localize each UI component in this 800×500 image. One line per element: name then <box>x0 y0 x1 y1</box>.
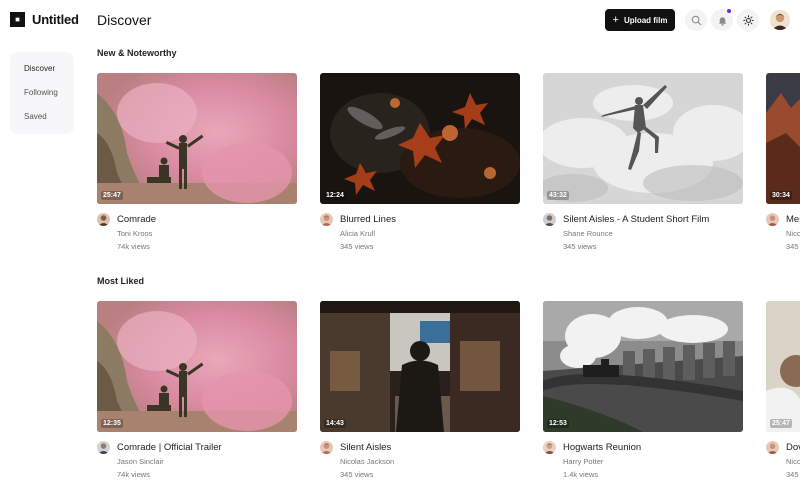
thumb-smoke-soldiers <box>97 73 297 204</box>
page-title: Discover <box>97 12 152 28</box>
film-thumbnail[interactable]: 25:47 <box>766 301 800 432</box>
thumb-cloud-jumper <box>543 73 743 204</box>
film-author[interactable]: Harry Potter <box>563 456 743 467</box>
film-card[interactable]: 12:35 Comrade | Official Trailer Jason S… <box>97 301 297 480</box>
film-duration: 30:34 <box>770 191 792 200</box>
film-views: 1.4k views <box>563 470 599 479</box>
film-meta: Silent Aisles Nicolas Jackson 345 views <box>320 441 520 480</box>
film-thumbnail[interactable]: 43:32 <box>543 73 743 204</box>
sidebar-item-following[interactable]: Following <box>10 86 74 110</box>
film-meta: Comrade | Official Trailer Jason Sinclai… <box>97 441 297 480</box>
film-duration: 43:32 <box>547 191 569 200</box>
sidebar-nav: Discover Following Saved <box>10 52 74 134</box>
film-meta: Hogwarts Reunion Harry Potter 1.4k views <box>543 441 743 480</box>
sidebar-item-discover[interactable]: Discover <box>10 62 74 86</box>
film-views: 74k views <box>117 242 150 251</box>
film-title[interactable]: Silent Aisles - A Student Short Film <box>563 213 743 226</box>
plus-icon: + <box>612 13 619 26</box>
film-author[interactable]: Jason Sinclair <box>117 456 297 467</box>
author-avatar[interactable] <box>766 441 779 454</box>
film-thumbnail[interactable]: 25:47 <box>97 73 297 204</box>
author-avatar[interactable] <box>320 213 333 226</box>
film-meta: Silent Aisles - A Student Short Film Sha… <box>543 213 743 252</box>
notifications-button[interactable] <box>711 9 733 31</box>
film-title[interactable]: Mem <box>786 213 800 226</box>
theme-toggle-button[interactable] <box>737 9 759 31</box>
app-logo[interactable]: Untitled <box>10 12 79 27</box>
film-title[interactable]: Blurred Lines <box>340 213 520 226</box>
film-author[interactable]: Nicolas Jackson <box>340 456 520 467</box>
upload-film-label: Upload film <box>623 15 668 25</box>
film-card[interactable]: 25:47 Dov Nico 345 <box>766 301 800 480</box>
film-title[interactable]: Hogwarts Reunion <box>563 441 743 454</box>
film-duration: 12:24 <box>324 191 346 200</box>
film-duration: 25:47 <box>770 419 792 428</box>
thumb-red-rocks <box>766 73 800 204</box>
film-author[interactable]: Nico <box>786 228 800 239</box>
film-duration: 12:53 <box>547 419 569 428</box>
film-views: 345 views <box>340 242 374 251</box>
film-card[interactable]: 25:47 Comrade Toni Kroos 74k views <box>97 73 297 252</box>
film-views: 345 views <box>340 470 374 479</box>
film-card[interactable]: 30:34 Mem Nico 345 <box>766 73 800 252</box>
film-duration: 25:47 <box>101 191 123 200</box>
film-card[interactable]: 14:43 Silent Aisles Nicolas Jackson 345 … <box>320 301 520 480</box>
film-title[interactable]: Comrade <box>117 213 297 226</box>
author-avatar[interactable] <box>543 441 556 454</box>
film-card[interactable]: 43:32 Silent Aisles - A Student Short Fi… <box>543 73 743 252</box>
film-duration: 12:35 <box>101 419 123 428</box>
film-title[interactable]: Silent Aisles <box>340 441 520 454</box>
film-card[interactable]: 12:53 Hogwarts Reunion Harry Potter 1.4k… <box>543 301 743 480</box>
thumb-smoke-soldiers <box>97 301 297 432</box>
film-views: 345 views <box>563 242 597 251</box>
author-avatar[interactable] <box>97 441 110 454</box>
film-thumbnail[interactable]: 12:24 <box>320 73 520 204</box>
film-author[interactable]: Alicia Krull <box>340 228 520 239</box>
film-meta: Comrade Toni Kroos 74k views <box>97 213 297 252</box>
author-avatar[interactable] <box>543 213 556 226</box>
bell-icon <box>718 16 726 26</box>
user-avatar-image <box>770 10 790 30</box>
film-thumbnail[interactable]: 12:35 <box>97 301 297 432</box>
thumb-steam-train <box>543 301 743 432</box>
film-author[interactable]: Shane Rounce <box>563 228 743 239</box>
film-views: 345 <box>786 470 799 479</box>
section-title-most-liked: Most Liked <box>97 276 145 286</box>
film-card[interactable]: 12:24 Blurred Lines Alicia Krull 345 vie… <box>320 73 520 252</box>
film-views: 345 <box>786 242 799 251</box>
film-thumbnail[interactable]: 12:53 <box>543 301 743 432</box>
film-meta: Dov Nico 345 <box>766 441 800 480</box>
author-avatar[interactable] <box>97 213 110 226</box>
author-avatar[interactable] <box>766 213 779 226</box>
notification-dot <box>727 9 731 13</box>
film-author[interactable]: Nico <box>786 456 800 467</box>
film-author[interactable]: Toni Kroos <box>117 228 297 239</box>
thumb-portrait <box>766 301 800 432</box>
thumb-market-alley <box>320 301 520 432</box>
film-thumbnail[interactable]: 30:34 <box>766 73 800 204</box>
film-title[interactable]: Comrade | Official Trailer <box>117 441 297 454</box>
sidebar-item-saved[interactable]: Saved <box>10 110 74 134</box>
sun-icon <box>742 14 754 26</box>
film-duration: 14:43 <box>324 419 346 428</box>
film-title[interactable]: Dov <box>786 441 800 454</box>
app-name: Untitled <box>32 12 79 27</box>
film-meta: Mem Nico 345 <box>766 213 800 252</box>
section-title-new-noteworthy: New & Noteworthy <box>97 48 177 58</box>
user-avatar[interactable] <box>770 10 790 30</box>
film-views: 74k views <box>117 470 150 479</box>
upload-film-button[interactable]: + Upload film <box>605 9 675 31</box>
search-icon <box>691 15 701 25</box>
author-avatar[interactable] <box>320 441 333 454</box>
thumb-autumn-leaves <box>320 73 520 204</box>
app-root: Untitled Discover Following Saved Discov… <box>0 0 800 500</box>
logo-icon <box>10 12 25 27</box>
film-meta: Blurred Lines Alicia Krull 345 views <box>320 213 520 252</box>
search-button[interactable] <box>685 9 707 31</box>
film-thumbnail[interactable]: 14:43 <box>320 301 520 432</box>
